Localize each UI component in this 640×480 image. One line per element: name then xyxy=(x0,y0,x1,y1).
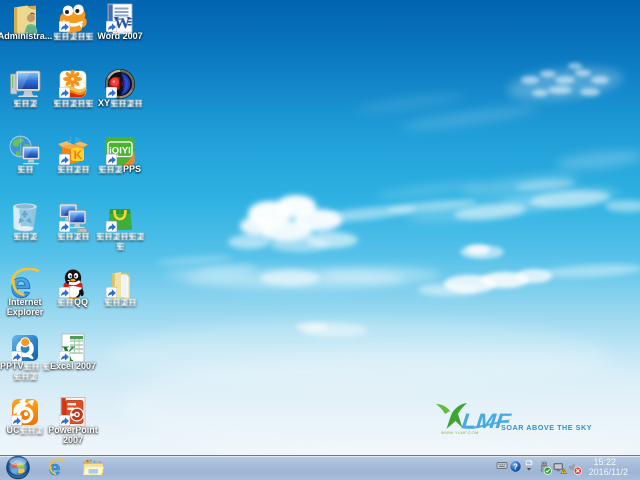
svg-text:WWW.YLMF.COM: WWW.YLMF.COM xyxy=(441,430,479,435)
svg-text:K: K xyxy=(74,148,83,162)
svg-text:?: ? xyxy=(513,462,518,471)
svg-text:SOAR ABOVE THE SKY: SOAR ABOVE THE SKY xyxy=(501,423,592,432)
